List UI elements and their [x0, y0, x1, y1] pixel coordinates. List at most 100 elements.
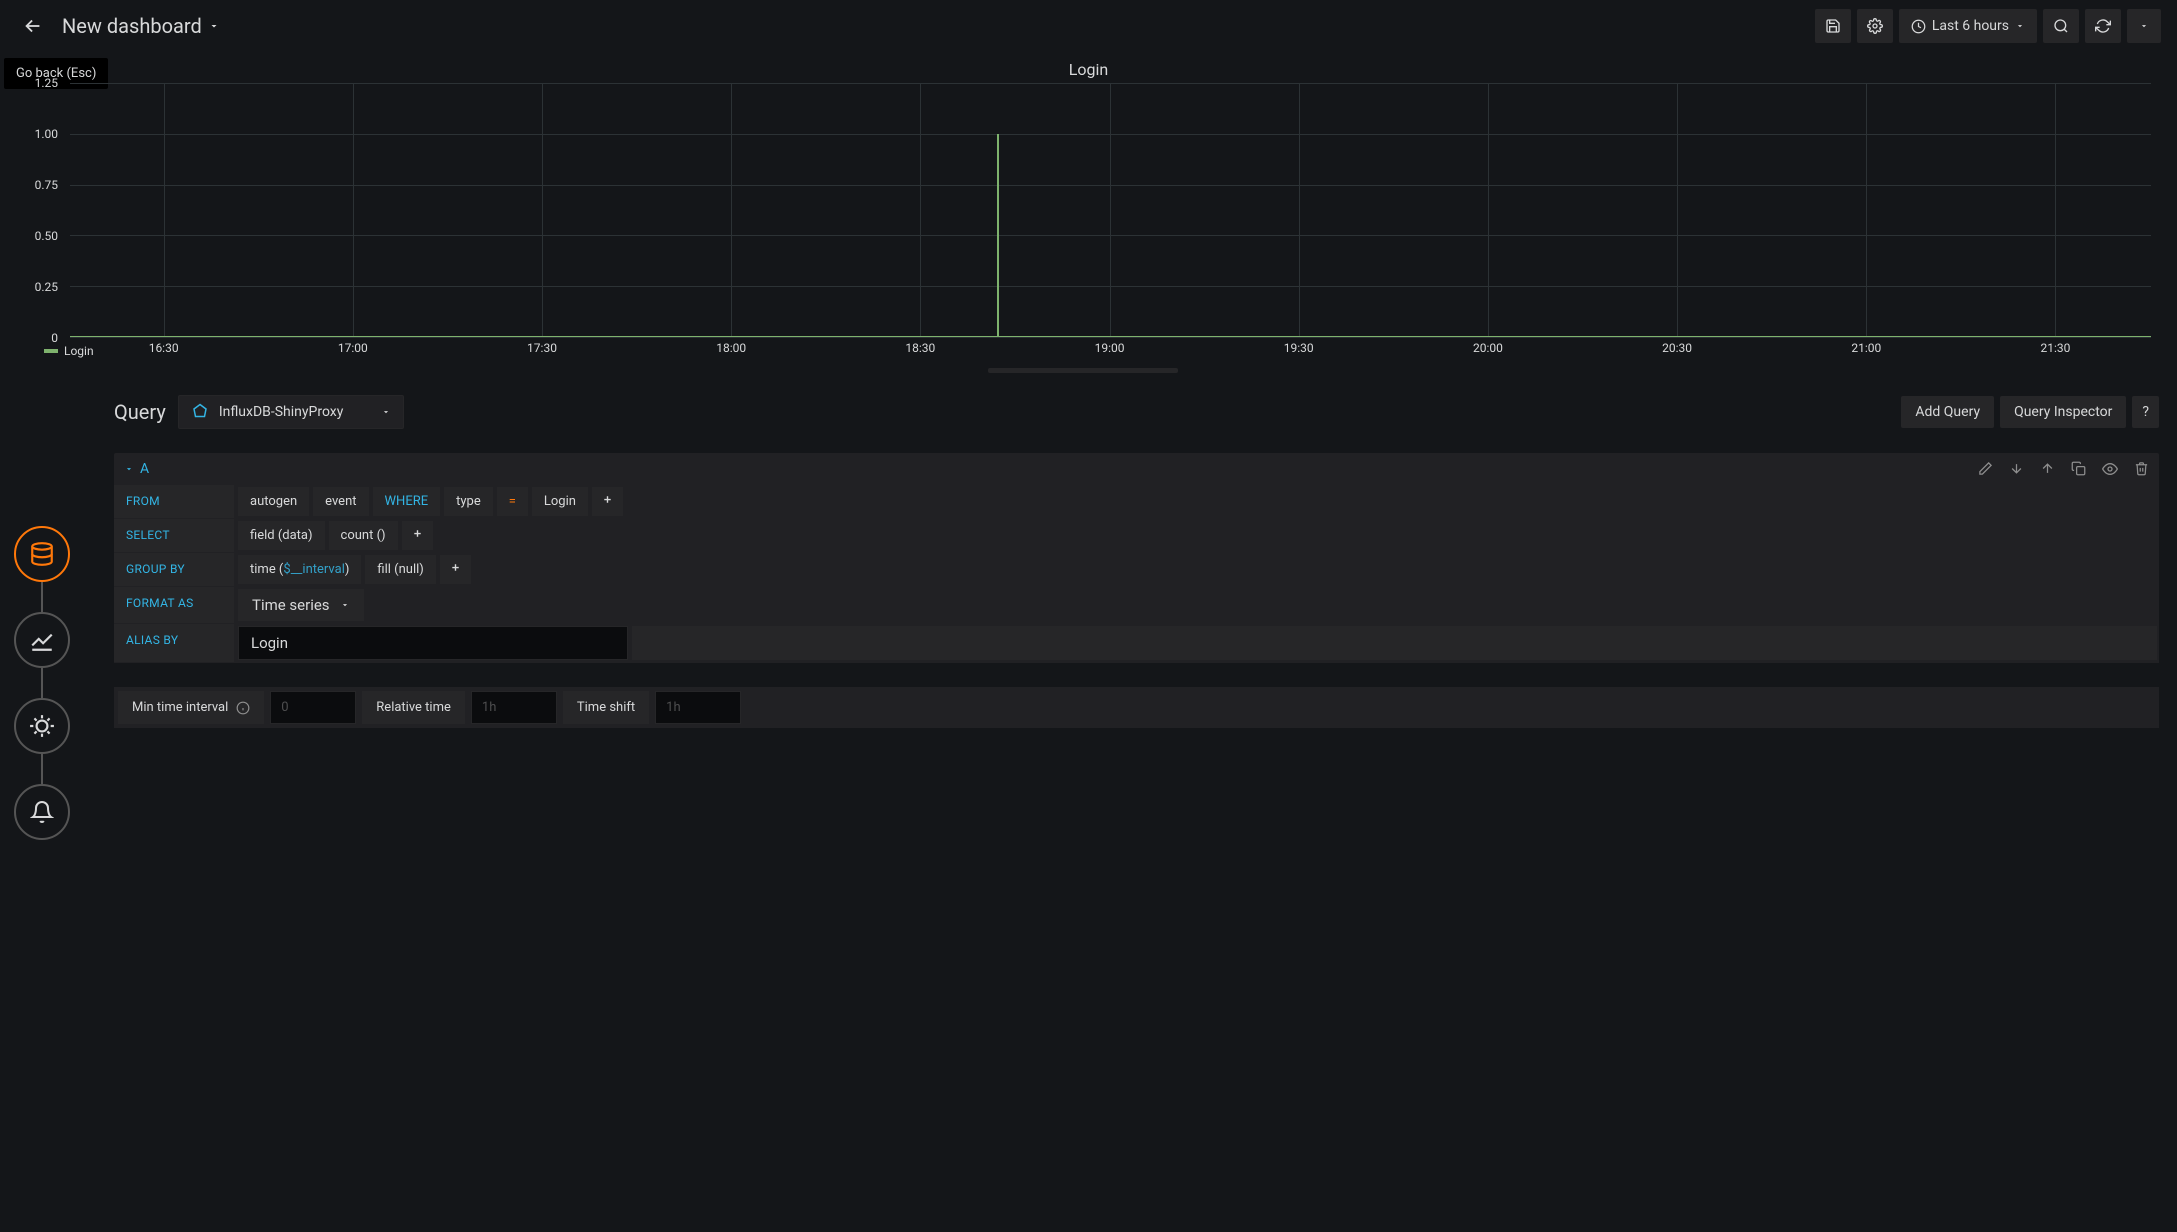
- zoom-out-button[interactable]: [2043, 9, 2079, 43]
- groupby-time-segment[interactable]: time ($__interval): [238, 555, 361, 584]
- select-label: SELECT: [114, 519, 234, 553]
- x-tick: 17:00: [338, 341, 368, 355]
- top-toolbar-right: Last 6 hours: [1815, 9, 2161, 43]
- time-range-picker[interactable]: Last 6 hours: [1899, 9, 2037, 43]
- refresh-interval-dropdown[interactable]: [2127, 9, 2161, 43]
- select-agg-segment[interactable]: count (): [329, 521, 398, 550]
- x-tick: 20:00: [1473, 341, 1503, 355]
- from-label: FROM: [114, 485, 234, 519]
- min-interval-label: Min time interval: [118, 691, 264, 724]
- back-button[interactable]: [16, 9, 50, 43]
- row-filler: [475, 555, 2157, 584]
- x-tick: 19:30: [1284, 341, 1314, 355]
- x-tick: 18:30: [905, 341, 935, 355]
- y-tick: 1.25: [35, 76, 58, 90]
- query-letter: A: [140, 461, 149, 477]
- move-query-down-button[interactable]: [2009, 461, 2024, 477]
- query-options-row: Min time interval 0 Relative time 1h Tim…: [114, 687, 2159, 728]
- tab-alert[interactable]: [14, 784, 70, 840]
- x-tick: 17:30: [527, 341, 557, 355]
- relative-time-input[interactable]: 1h: [471, 691, 557, 724]
- alias-label: ALIAS BY: [114, 624, 234, 663]
- chevron-down-icon: [2015, 21, 2025, 31]
- panel-title[interactable]: Login: [1069, 60, 1108, 79]
- toggle-text-edit-button[interactable]: [1978, 461, 1993, 477]
- where-value-segment[interactable]: Login: [532, 487, 588, 516]
- resize-handle[interactable]: [988, 368, 1178, 373]
- arrow-left-icon: [22, 15, 44, 37]
- x-tick: 21:00: [1851, 341, 1881, 355]
- remove-query-button[interactable]: [2134, 461, 2149, 477]
- query-help-button[interactable]: ?: [2132, 396, 2159, 428]
- dashboard-title-dropdown[interactable]: New dashboard: [62, 14, 220, 38]
- bell-icon: [30, 800, 54, 824]
- datasource-picker[interactable]: InfluxDB-ShinyProxy: [178, 395, 405, 429]
- where-add-button[interactable]: [592, 487, 623, 516]
- chevron-down-icon: [340, 600, 350, 610]
- refresh-button[interactable]: [2085, 9, 2121, 43]
- move-query-up-button[interactable]: [2040, 461, 2055, 477]
- panel-title-row: Login: [0, 52, 2177, 83]
- alias-input[interactable]: Login: [238, 626, 628, 660]
- format-label: FORMAT AS: [114, 587, 234, 624]
- info-icon[interactable]: [236, 701, 250, 715]
- tab-general[interactable]: [14, 698, 70, 754]
- chart-icon: [29, 627, 55, 653]
- query-row-actions: [1978, 461, 2149, 477]
- format-select[interactable]: Time series: [238, 589, 364, 621]
- plot-grid: [70, 83, 2151, 338]
- trash-icon: [2134, 461, 2149, 476]
- row-filler: [627, 487, 2157, 516]
- row-filler: [632, 626, 2157, 660]
- row-filler: [368, 589, 2157, 621]
- select-add-button[interactable]: [402, 521, 433, 550]
- search-icon: [2053, 18, 2069, 34]
- where-key-segment[interactable]: type: [444, 487, 493, 516]
- chevron-down-icon: [208, 20, 220, 32]
- query-section-title: Query: [114, 400, 166, 424]
- time-shift-label: Time shift: [563, 691, 649, 724]
- x-tick: 21:30: [2041, 341, 2071, 355]
- from-policy-segment[interactable]: autogen: [238, 487, 309, 516]
- plus-icon: [450, 562, 461, 573]
- time-shift-input[interactable]: 1h: [655, 691, 741, 724]
- y-tick: 0: [51, 331, 58, 345]
- copy-icon: [2071, 461, 2086, 476]
- query-editor: Query InfluxDB-ShinyProxy Add Query Quer…: [114, 387, 2159, 728]
- y-tick: 0.50: [35, 229, 58, 243]
- chart-plot[interactable]: 0 0.25 0.50 0.75 1.00 1.25: [14, 83, 2151, 338]
- where-op-segment[interactable]: =: [497, 487, 528, 516]
- tab-queries[interactable]: [14, 526, 70, 582]
- query-header-row: A: [114, 453, 2159, 485]
- groupby-fill-segment[interactable]: fill (null): [365, 555, 435, 584]
- duplicate-query-button[interactable]: [2071, 461, 2086, 477]
- save-dashboard-button[interactable]: [1815, 9, 1851, 43]
- plus-icon: [602, 494, 613, 505]
- eye-icon: [2102, 461, 2118, 477]
- x-axis: 16:30 17:00 17:30 18:00 18:30 19:00 19:3…: [70, 341, 2151, 359]
- min-interval-input[interactable]: 0: [270, 691, 356, 724]
- chevron-down-icon: [124, 464, 134, 474]
- relative-time-label: Relative time: [362, 691, 465, 724]
- toggle-query-visibility-button[interactable]: [2102, 461, 2118, 477]
- x-tick: 20:30: [1662, 341, 1692, 355]
- query-collapse-toggle[interactable]: A: [124, 461, 149, 477]
- dashboard-title: New dashboard: [62, 14, 202, 38]
- tab-visualization[interactable]: [14, 612, 70, 668]
- select-field-segment[interactable]: field (data): [238, 521, 325, 550]
- arrow-up-icon: [2040, 461, 2055, 476]
- top-toolbar-left: New dashboard: [16, 9, 220, 43]
- gear-icon: [1867, 18, 1883, 34]
- arrow-down-icon: [2009, 461, 2024, 476]
- clock-icon: [1911, 19, 1926, 34]
- x-tick: 16:30: [149, 341, 179, 355]
- settings-button[interactable]: [1857, 9, 1893, 43]
- query-inspector-button[interactable]: Query Inspector: [2000, 396, 2126, 428]
- where-keyword: WHERE: [373, 487, 441, 516]
- groupby-add-button[interactable]: [440, 555, 471, 584]
- x-tick: 19:00: [1095, 341, 1125, 355]
- groupby-label: GROUP BY: [114, 553, 234, 587]
- from-measurement-segment[interactable]: event: [313, 487, 368, 516]
- add-query-button[interactable]: Add Query: [1901, 396, 1994, 428]
- chart-area: 0 0.25 0.50 0.75 1.00 1.25: [0, 83, 2177, 383]
